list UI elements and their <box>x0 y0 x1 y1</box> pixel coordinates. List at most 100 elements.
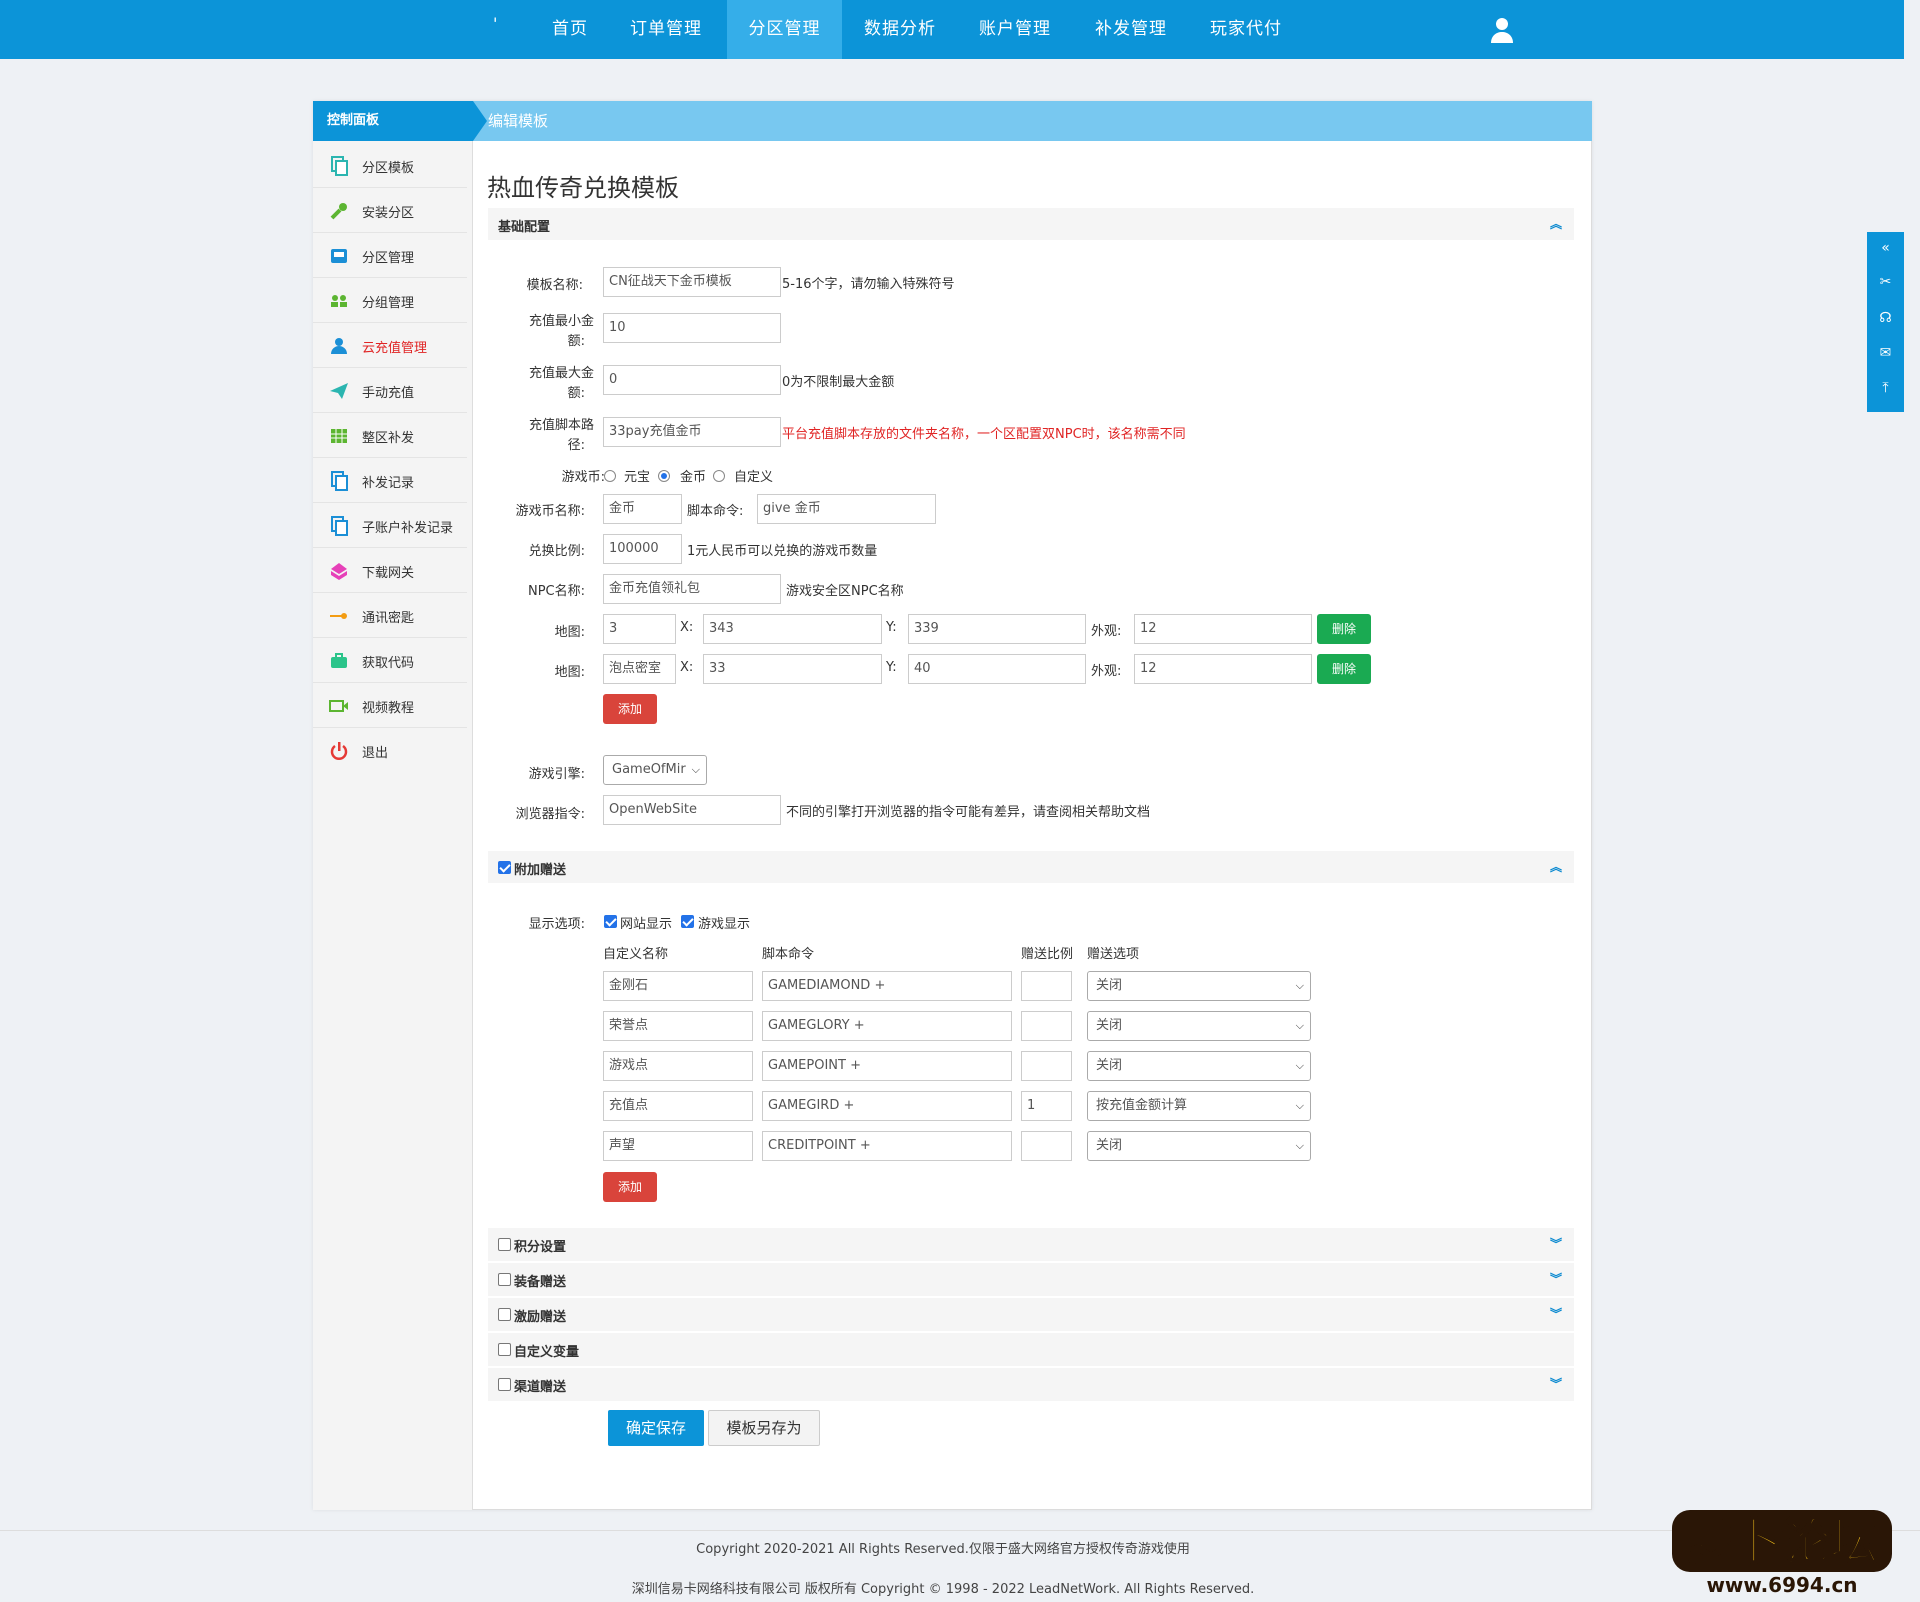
map-look-input[interactable]: 12 <box>1134 614 1312 644</box>
nav-data-analysis[interactable]: 数据分析 <box>848 0 952 59</box>
script-path-label-2: 径: <box>567 438 585 453</box>
sidebar-item-zone-template[interactable]: 分区模板 <box>313 143 467 188</box>
delete-map-button[interactable]: 删除 <box>1317 654 1371 684</box>
sidebar-item-subaccount-reissue[interactable]: 子账户补发记录 <box>313 503 467 548</box>
chevron-down-icon[interactable]: ︾ <box>1550 1270 1562 1287</box>
bonus-ratio-input[interactable] <box>1021 1051 1072 1081</box>
bonus-checkbox[interactable] <box>498 861 511 874</box>
section-checkbox[interactable] <box>498 1343 511 1356</box>
bonus-name-input[interactable]: 游戏点 <box>603 1051 753 1081</box>
map-input[interactable]: 3 <box>603 614 676 644</box>
chevron-down-icon[interactable]: ︾ <box>1550 1235 1562 1252</box>
bonus-name-input[interactable]: 声望 <box>603 1131 753 1161</box>
bonus-cmd-input[interactable]: GAMEDIAMOND + <box>762 971 1012 1001</box>
nav-account[interactable]: 账户管理 <box>963 0 1067 59</box>
map-look-input[interactable]: 12 <box>1134 654 1312 684</box>
bonus-name-input[interactable]: 荣誉点 <box>603 1011 753 1041</box>
chevron-down-icon[interactable]: ︾ <box>1550 1305 1562 1322</box>
nav-home[interactable]: 首页 <box>530 0 610 59</box>
inbox-icon <box>329 246 349 266</box>
sidebar-item-cloud-recharge[interactable]: 云充值管理 <box>313 323 467 368</box>
script-path-input[interactable]: 33pay充值金币 <box>603 417 781 447</box>
section-checkbox[interactable] <box>498 1308 511 1321</box>
bonus-option-select[interactable]: 关闭 ⌵ <box>1087 971 1311 1001</box>
column-header-ratio: 赠送比例 <box>1021 947 1074 962</box>
script-cmd-input[interactable]: give 金币 <box>757 494 936 524</box>
sidebar-item-zone-manage[interactable]: 分区管理 <box>313 233 467 278</box>
sidebar-item-get-code[interactable]: 获取代码 <box>313 638 467 683</box>
bonus-ratio-input[interactable] <box>1021 1011 1072 1041</box>
nav-zone-management[interactable]: 分区管理 <box>727 0 842 59</box>
section-checkbox[interactable] <box>498 1238 511 1251</box>
map-input[interactable]: 泡点密室 <box>603 654 676 684</box>
sidebar-item-manual-recharge[interactable]: 手动充值 <box>313 368 467 413</box>
browser-input[interactable]: OpenWebSite <box>603 795 781 825</box>
sidebar-item-download-gateway[interactable]: 下载网关 <box>313 548 467 593</box>
map-x-input[interactable]: 33 <box>703 654 882 684</box>
sidebar-item-group-manage[interactable]: 分组管理 <box>313 278 467 323</box>
headset-icon[interactable]: ☊ <box>1867 310 1904 326</box>
back-to-top-icon[interactable]: ⤒ <box>1867 380 1904 396</box>
nav-reissue[interactable]: 补发管理 <box>1079 0 1183 59</box>
section-bonus[interactable]: 附加赠送 ︽ <box>488 851 1574 883</box>
chevron-up-icon[interactable]: ︽ <box>1550 215 1562 232</box>
chevron-down-icon[interactable]: ︾ <box>1550 1375 1562 1392</box>
template-name-input[interactable]: CN征战天下金币模板 <box>603 267 781 297</box>
section-checkbox[interactable] <box>498 1378 511 1391</box>
delete-map-button[interactable]: 删除 <box>1317 614 1371 644</box>
chevron-up-icon[interactable]: ︽ <box>1550 858 1562 875</box>
radio-gold[interactable] <box>658 470 670 482</box>
bonus-option-select[interactable]: 关闭 ⌵ <box>1087 1051 1311 1081</box>
bonus-option-select[interactable]: 关闭 ⌵ <box>1087 1011 1311 1041</box>
section-points[interactable]: 积分设置 ︾ <box>488 1228 1574 1261</box>
bonus-name-input[interactable]: 金刚石 <box>603 971 753 1001</box>
bonus-ratio-input[interactable]: 1 <box>1021 1091 1072 1121</box>
map-y-input[interactable]: 339 <box>908 614 1086 644</box>
currency-name-input[interactable]: 金币 <box>603 494 682 524</box>
section-equipment[interactable]: 装备赠送 ︾ <box>488 1263 1574 1296</box>
bonus-cmd-input[interactable]: GAMEGLORY + <box>762 1011 1012 1041</box>
nav-orders[interactable]: 订单管理 <box>614 0 718 59</box>
game-show-checkbox[interactable] <box>681 915 694 928</box>
user-icon[interactable] <box>1490 17 1514 47</box>
bonus-cmd-input[interactable]: GAMEGIRD + <box>762 1091 1012 1121</box>
sidebar-item-video-tutorial[interactable]: 视频教程 <box>313 683 467 728</box>
bonus-ratio-input[interactable] <box>1021 971 1072 1001</box>
add-map-button[interactable]: 添加 <box>603 694 657 724</box>
section-incentive[interactable]: 激励赠送 ︾ <box>488 1298 1574 1331</box>
bonus-ratio-input[interactable] <box>1021 1131 1072 1161</box>
section-checkbox[interactable] <box>498 1273 511 1286</box>
map-x-input[interactable]: 343 <box>703 614 882 644</box>
bonus-option-select[interactable]: 按充值金额计算 ⌵ <box>1087 1091 1311 1121</box>
sidebar-item-zone-reissue[interactable]: 整区补发 <box>313 413 467 458</box>
section-basic-config[interactable]: 基础配置 ︽ <box>488 208 1574 240</box>
max-amount-input[interactable]: 0 <box>603 365 781 395</box>
collapse-left-icon[interactable]: « <box>1867 240 1904 256</box>
sidebar-item-logout[interactable]: 退出 <box>313 728 467 773</box>
ratio-input[interactable]: 100000 <box>603 534 682 564</box>
min-amount-input[interactable]: 10 <box>603 313 781 343</box>
add-bonus-button[interactable]: 添加 <box>603 1172 657 1202</box>
radio-custom[interactable] <box>713 470 725 482</box>
save-as-button[interactable]: 模板另存为 <box>708 1410 820 1446</box>
web-show-checkbox[interactable] <box>604 915 617 928</box>
sidebar-item-install-zone[interactable]: 安装分区 <box>313 188 467 233</box>
save-button[interactable]: 确定保存 <box>608 1410 704 1446</box>
bonus-cmd-input[interactable]: CREDITPOINT + <box>762 1131 1012 1161</box>
engine-select[interactable]: GameOfMir ⌵ <box>603 755 707 785</box>
sidebar-item-label: 分组管理 <box>362 296 415 311</box>
sidebar-item-reissue-record[interactable]: 补发记录 <box>313 458 467 503</box>
sidebar-item-comm-key[interactable]: 通讯密匙 <box>313 593 467 638</box>
section-custom-variable[interactable]: 自定义变量 <box>488 1333 1574 1366</box>
bonus-cmd-input[interactable]: GAMEPOINT + <box>762 1051 1012 1081</box>
section-channel[interactable]: 渠道赠送 ︾ <box>488 1368 1574 1401</box>
radio-yuanbao[interactable] <box>604 470 616 482</box>
bonus-option-select[interactable]: 关闭 ⌵ <box>1087 1131 1311 1161</box>
bonus-name-input[interactable]: 充值点 <box>603 1091 753 1121</box>
npc-input[interactable]: 金币充值领礼包 <box>603 574 781 604</box>
nav-player-pay[interactable]: 玩家代付 <box>1194 0 1298 59</box>
page-title: 热血传奇兑换模板 <box>487 174 679 202</box>
tools-icon[interactable]: ✂ <box>1867 274 1904 290</box>
map-y-input[interactable]: 40 <box>908 654 1086 684</box>
chat-icon[interactable]: ✉ <box>1867 345 1904 361</box>
